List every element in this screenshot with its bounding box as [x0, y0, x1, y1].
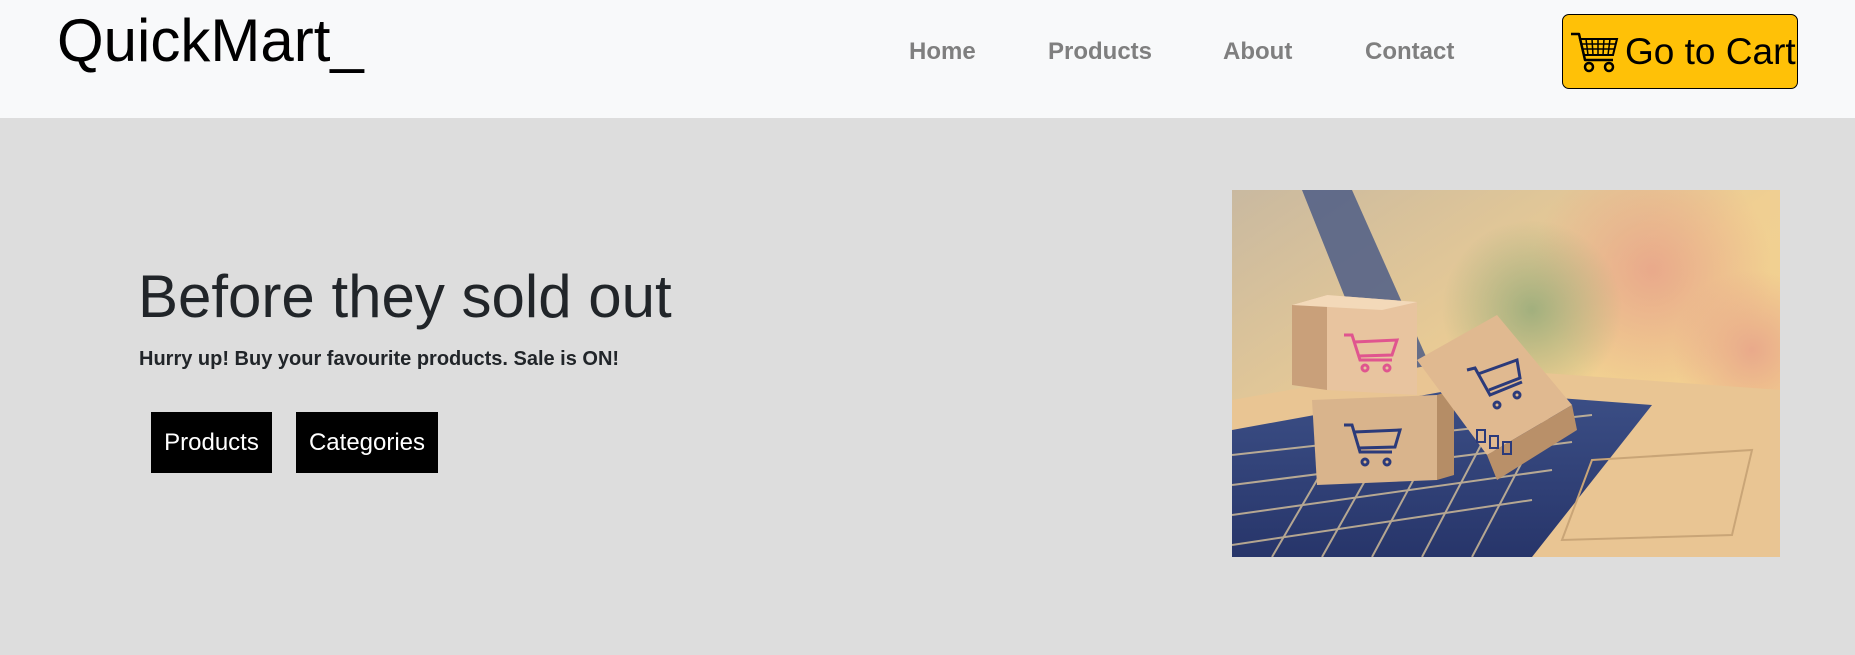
brand-logo[interactable]: QuickMart_ — [57, 6, 364, 75]
categories-button[interactable]: Categories — [296, 412, 438, 473]
nav-link-home[interactable]: Home — [909, 38, 976, 66]
go-to-cart-label: Go to Cart — [1625, 30, 1796, 72]
nav-link-about[interactable]: About — [1223, 38, 1292, 66]
hero-subtitle: Hurry up! Buy your favourite products. S… — [139, 348, 620, 370]
nav-link-contact[interactable]: Contact — [1365, 38, 1454, 66]
hero-title: Before they sold out — [138, 263, 672, 330]
products-button[interactable]: Products — [151, 412, 272, 473]
hero-image — [1232, 190, 1780, 557]
shopping-cart-icon — [1569, 26, 1621, 78]
navbar: QuickMart_ Home Products About Contact G… — [0, 0, 1855, 118]
nav-link-products[interactable]: Products — [1048, 38, 1152, 66]
go-to-cart-button[interactable]: Go to Cart — [1562, 14, 1798, 89]
